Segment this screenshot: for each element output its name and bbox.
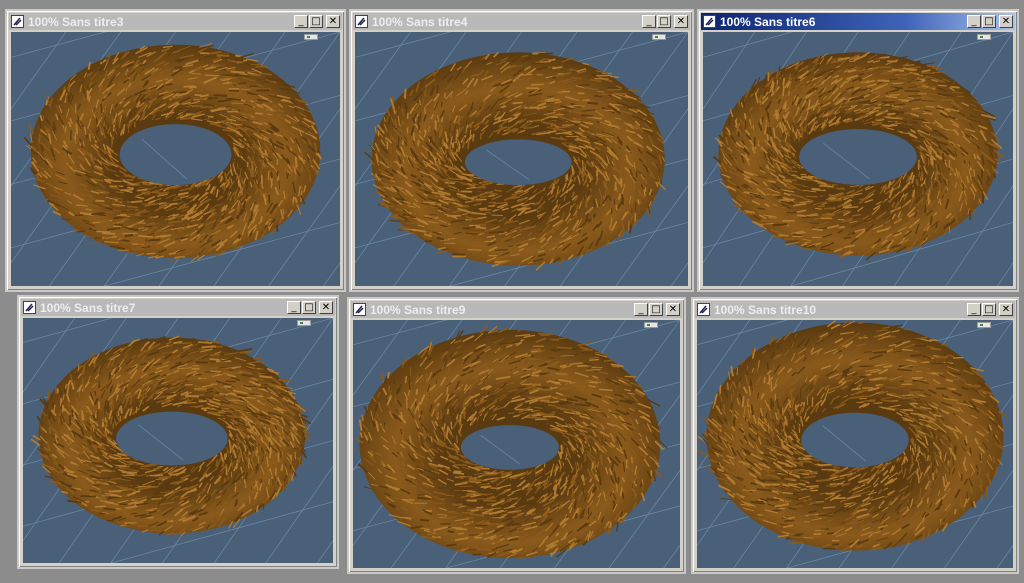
minimize-button[interactable]: _	[642, 15, 656, 28]
window-sans-titre4[interactable]: 100% Sans titre4 _ □ ✕	[349, 9, 694, 292]
torus-render	[697, 320, 1013, 568]
3d-viewport[interactable]	[697, 320, 1013, 568]
maximize-button[interactable]: □	[309, 15, 323, 28]
window-title: 100% Sans titre6	[720, 14, 816, 29]
title-bar[interactable]: 100% Sans titre6 _ □ ✕	[701, 13, 1015, 30]
window-title: 100% Sans titre10	[714, 302, 817, 317]
maximize-button[interactable]: □	[657, 15, 671, 28]
close-button[interactable]: ✕	[319, 301, 333, 314]
app-icon[interactable]	[353, 303, 366, 316]
window-sans-titre9[interactable]: 100% Sans titre9 _ □ ✕	[347, 297, 686, 574]
window-title: 100% Sans titre9	[370, 302, 466, 317]
viewport-indicator-icon	[977, 34, 991, 40]
maximize-button[interactable]: □	[982, 15, 996, 28]
app-icon[interactable]	[703, 15, 716, 28]
maximize-button[interactable]: □	[302, 301, 316, 314]
viewport-indicator-icon	[304, 34, 318, 40]
torus-render	[11, 32, 340, 286]
maximize-button[interactable]: □	[649, 303, 663, 316]
3d-viewport[interactable]	[23, 318, 333, 563]
maximize-button[interactable]: □	[982, 303, 996, 316]
close-button[interactable]: ✕	[674, 15, 688, 28]
viewport-indicator-icon	[297, 320, 311, 326]
3d-viewport[interactable]	[355, 32, 688, 286]
window-sans-titre3[interactable]: 100% Sans titre3 _ □ ✕	[5, 9, 346, 292]
torus-render	[23, 318, 333, 563]
window-sans-titre7[interactable]: 100% Sans titre7 _ □ ✕	[17, 295, 339, 569]
viewport-indicator-icon	[977, 322, 991, 328]
window-title: 100% Sans titre3	[28, 14, 124, 29]
minimize-button[interactable]: _	[967, 303, 981, 316]
viewport-indicator-icon	[644, 322, 658, 328]
close-button[interactable]: ✕	[999, 15, 1013, 28]
3d-viewport[interactable]	[353, 320, 680, 568]
3d-viewport[interactable]	[11, 32, 340, 286]
minimize-button[interactable]: _	[967, 15, 981, 28]
app-icon[interactable]	[697, 303, 710, 316]
title-bar[interactable]: 100% Sans titre3 _ □ ✕	[9, 13, 342, 30]
torus-render	[355, 32, 688, 286]
window-title: 100% Sans titre4	[372, 14, 468, 29]
3d-viewport[interactable]	[703, 32, 1013, 286]
close-button[interactable]: ✕	[999, 303, 1013, 316]
window-title: 100% Sans titre7	[40, 300, 136, 315]
torus-render	[703, 32, 1013, 286]
minimize-button[interactable]: _	[294, 15, 308, 28]
torus-render	[353, 320, 680, 568]
title-bar[interactable]: 100% Sans titre7 _ □ ✕	[21, 299, 335, 316]
title-bar[interactable]: 100% Sans titre10 _ □ ✕	[695, 301, 1015, 318]
title-bar[interactable]: 100% Sans titre4 _ □ ✕	[353, 13, 690, 30]
close-button[interactable]: ✕	[666, 303, 680, 316]
minimize-button[interactable]: _	[634, 303, 648, 316]
app-icon[interactable]	[11, 15, 24, 28]
close-button[interactable]: ✕	[326, 15, 340, 28]
title-bar[interactable]: 100% Sans titre9 _ □ ✕	[351, 301, 682, 318]
app-icon[interactable]	[355, 15, 368, 28]
window-sans-titre6[interactable]: 100% Sans titre6 _ □ ✕	[697, 9, 1019, 292]
window-sans-titre10[interactable]: 100% Sans titre10 _ □ ✕	[691, 297, 1019, 574]
app-icon[interactable]	[23, 301, 36, 314]
minimize-button[interactable]: _	[287, 301, 301, 314]
viewport-indicator-icon	[652, 34, 666, 40]
